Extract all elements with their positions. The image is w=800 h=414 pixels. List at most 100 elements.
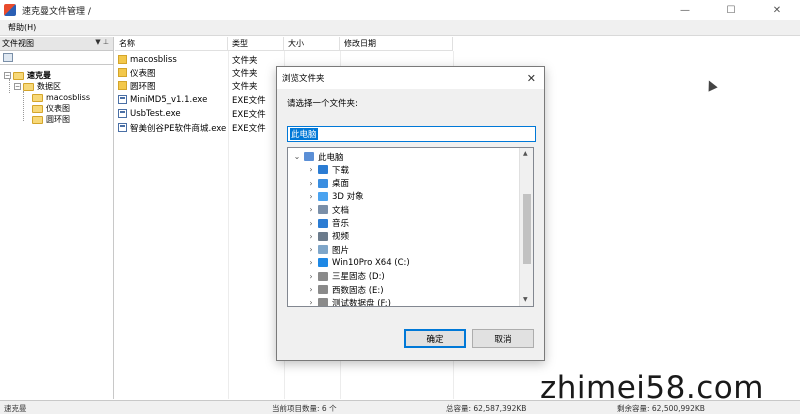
folder-tree-item[interactable]: › 图片: [306, 243, 349, 256]
exe-icon: [118, 123, 127, 132]
scroll-down-icon[interactable]: ▼: [523, 296, 528, 303]
folder-tree-item[interactable]: ⌄ 此电脑: [292, 150, 344, 163]
file-type: EXE文件: [232, 95, 266, 106]
collapse-icon[interactable]: −: [4, 72, 11, 79]
desktop-icon: [318, 178, 328, 188]
dialog-title: 浏览文件夹: [282, 74, 325, 84]
folder-tree-item[interactable]: › 3D 对象: [306, 190, 364, 203]
close-button[interactable]: ✕: [754, 0, 800, 20]
chevron-right-icon[interactable]: ›: [306, 179, 316, 188]
folder-tree-label: 测试数据盘 (F:): [332, 298, 391, 307]
scroll-thumb[interactable]: [523, 194, 531, 264]
folder-tree-item[interactable]: › Win10Pro X64 (C:): [306, 256, 410, 269]
chevron-right-icon[interactable]: ›: [306, 245, 316, 254]
folder-tree-label: Win10Pro X64 (C:): [332, 257, 410, 268]
column-type[interactable]: 类型: [228, 37, 284, 51]
chevron-right-icon[interactable]: ›: [306, 298, 316, 306]
title-bar: 速克曼文件管理 / — ☐ ✕: [0, 0, 800, 20]
folder-tree-label: 西数固态 (E:): [332, 285, 384, 296]
cancel-button[interactable]: 取消: [472, 329, 534, 348]
tree-item-label: 速克曼: [27, 71, 51, 80]
status-app-name: 速克曼: [4, 404, 27, 413]
folder-tree-label: 3D 对象: [332, 192, 364, 203]
3d-objects-icon: [318, 191, 328, 201]
refresh-icon[interactable]: [3, 53, 13, 62]
folder-tree-item[interactable]: › 音乐: [306, 217, 349, 230]
windows-drive-icon: [318, 258, 328, 268]
pictures-icon: [318, 245, 328, 255]
chevron-right-icon[interactable]: ›: [306, 165, 316, 174]
tree-item-gauge[interactable]: 仪表图: [32, 103, 70, 114]
dialog-close-button[interactable]: ✕: [527, 72, 536, 85]
folder-icon: [118, 68, 127, 77]
panel-pin-icon[interactable]: ▼ ⊥: [95, 38, 109, 46]
folder-icon: [118, 55, 127, 64]
folder-tree-label: 视频: [332, 232, 350, 243]
column-date[interactable]: 修改日期: [340, 37, 453, 51]
folder-tree-label: 下载: [332, 165, 350, 176]
folder-icon: [32, 104, 43, 113]
folder-tree: ⌄ 此电脑 › 下载 › 桌面 › 3D 对象 › 文档 › 音乐 › 视频 › 图片 › Win10Pro X6…: [287, 147, 534, 307]
tree-item-label: macosbliss: [46, 93, 91, 102]
documents-icon: [318, 205, 328, 215]
folder-tree-label: 文档: [332, 205, 350, 216]
file-type: EXE文件: [232, 109, 266, 120]
minimize-button[interactable]: —: [662, 0, 708, 20]
status-item-count: 当前项目数量: 6 个: [272, 404, 337, 413]
tree-item-data-area[interactable]: − 数据区: [14, 81, 61, 92]
chevron-down-icon[interactable]: ⌄: [292, 152, 302, 161]
status-total-capacity: 总容量: 62,587,392KB: [446, 404, 527, 413]
column-name[interactable]: 名称: [115, 37, 228, 51]
drive-icon: [318, 298, 328, 306]
folder-tree-label: 三星固态 (D:): [332, 272, 385, 283]
folder-path-input[interactable]: 此电脑: [287, 126, 536, 142]
window-controls: — ☐ ✕: [662, 0, 800, 20]
chevron-right-icon[interactable]: ›: [306, 219, 316, 228]
file-type: 文件夹: [232, 55, 258, 66]
column-size[interactable]: 大小: [284, 37, 340, 51]
file-view-panel: 文件视图 ▼ ⊥ − 速克曼 − 数据区 macosbliss 仪表图 圆环图: [0, 37, 114, 399]
browse-folder-dialog: 浏览文件夹 ✕ 请选择一个文件夹: 此电脑 ⌄ 此电脑 › 下载 › 桌面 › 3D 对象 › 文…: [276, 66, 545, 361]
file-type: EXE文件: [232, 123, 266, 134]
menu-bar: 帮助(H): [0, 20, 800, 36]
panel-toolbar: [0, 51, 113, 65]
computer-icon: [304, 152, 314, 161]
folder-tree-item[interactable]: › 下载: [306, 163, 349, 176]
file-type: 文件夹: [232, 81, 258, 92]
folder-icon: [32, 115, 43, 124]
music-icon: [318, 218, 328, 228]
table-row[interactable]: macosbliss 文件夹: [115, 53, 455, 66]
folder-tree-item[interactable]: › 视频: [306, 230, 349, 243]
collapse-icon[interactable]: −: [14, 83, 21, 90]
file-name: MiniMD5_v1.1.exe: [130, 94, 208, 105]
tree-item-macosbliss[interactable]: macosbliss: [32, 92, 90, 103]
folder-tree-item[interactable]: › 三星固态 (D:): [306, 270, 385, 283]
folder-open-icon: [13, 71, 24, 80]
folder-path-value: 此电脑: [290, 128, 318, 140]
panel-title: 文件视图: [2, 39, 34, 48]
chevron-right-icon[interactable]: ›: [306, 272, 316, 281]
file-name: 仪表图: [130, 68, 156, 79]
scroll-up-icon[interactable]: ▲: [523, 150, 528, 157]
tree-scrollbar[interactable]: ▲ ▼: [519, 148, 533, 306]
chevron-right-icon[interactable]: ›: [306, 285, 316, 294]
drive-icon: [318, 271, 328, 281]
tree-item-label: 圆环图: [46, 115, 70, 124]
folder-tree-item[interactable]: › 西数固态 (E:): [306, 283, 384, 296]
folder-tree-item[interactable]: › 文档: [306, 203, 349, 216]
maximize-button[interactable]: ☐: [708, 0, 754, 20]
chevron-right-icon[interactable]: ›: [306, 205, 316, 214]
chevron-right-icon[interactable]: ›: [306, 192, 316, 201]
file-type: 文件夹: [232, 68, 258, 79]
menu-help[interactable]: 帮助(H): [8, 22, 36, 33]
folder-tree-item[interactable]: › 桌面: [306, 177, 349, 190]
tree-item-root[interactable]: − 速克曼: [4, 70, 51, 81]
app-logo-icon: [4, 4, 16, 16]
chevron-right-icon[interactable]: ›: [306, 258, 316, 267]
folder-tree-item[interactable]: › 测试数据盘 (F:): [306, 296, 391, 307]
ok-button[interactable]: 确定: [404, 329, 466, 348]
tree-item-ring[interactable]: 圆环图: [32, 114, 70, 125]
videos-icon: [318, 231, 328, 241]
file-name: UsbTest.exe: [130, 108, 181, 119]
chevron-right-icon[interactable]: ›: [306, 232, 316, 241]
